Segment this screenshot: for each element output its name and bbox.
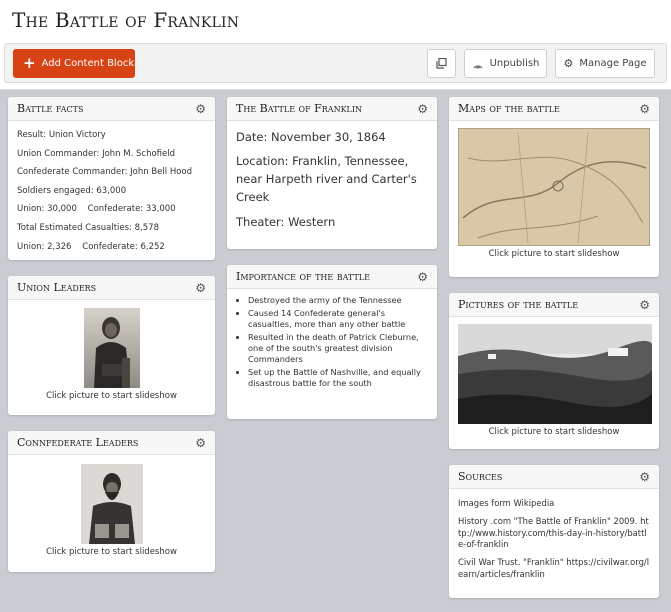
unpublish-button[interactable]: Unpublish bbox=[464, 49, 547, 78]
page-header: The Battle of Franklin + Add Content Blo… bbox=[0, 0, 671, 90]
fact-line: Soldiers engaged: 63,000 bbox=[17, 185, 127, 196]
list-item: Resulted in the death of Patrick Cleburn… bbox=[248, 332, 428, 365]
list-item: Destroyed the army of the Tennessee bbox=[248, 295, 428, 306]
confederate-leaders-card: Connfederate Leaders ⚙ Click picture to … bbox=[8, 431, 215, 572]
fact-line: Union: 30,000 Confederate: 33,000 bbox=[17, 204, 176, 215]
list-item: Set up the Battle of Nashville, and equa… bbox=[248, 367, 428, 389]
card-header: Pictures of the battle ⚙ bbox=[449, 293, 659, 317]
union-leaders-body: Click picture to start slideshow bbox=[8, 300, 215, 407]
source-line: Images form Wikipedia bbox=[458, 498, 555, 508]
card-title: Maps of the battle bbox=[458, 102, 560, 115]
importance-body: Destroyed the army of the Tennessee Caus… bbox=[227, 289, 437, 398]
card-header: Sources ⚙ bbox=[449, 465, 659, 489]
card-title: Connfederate Leaders bbox=[17, 436, 139, 449]
toolbar: + Add Content Block Unpublish ⚙ Manage P… bbox=[4, 43, 667, 83]
overview-body: Date: November 30, 1864 Location: Frankl… bbox=[227, 121, 437, 244]
page-title: The Battle of Franklin bbox=[12, 8, 240, 32]
overview-card: The Battle of Franklin ⚙ Date: November … bbox=[227, 97, 437, 249]
unpublish-icon bbox=[473, 64, 483, 69]
gear-icon[interactable]: ⚙ bbox=[195, 431, 206, 455]
pictures-body: Click picture to start slideshow bbox=[449, 317, 659, 437]
duplicate-page-button[interactable] bbox=[427, 49, 456, 78]
add-content-block-button[interactable]: + Add Content Block bbox=[13, 49, 135, 78]
card-header: Battle facts ⚙ bbox=[8, 97, 215, 121]
gear-icon[interactable]: ⚙ bbox=[639, 465, 650, 489]
card-title: Importance of the battle bbox=[236, 270, 370, 283]
card-header: The Battle of Franklin ⚙ bbox=[227, 97, 437, 121]
source-line: Civil War Trust. "Franklin" https://civi… bbox=[458, 557, 650, 579]
battle-facts-body: Result: Union Victory Union Commander: J… bbox=[8, 121, 215, 260]
fact-line: Total Estimated Casualties: 8,578 bbox=[17, 222, 159, 233]
slideshow-caption: Click picture to start slideshow bbox=[46, 391, 177, 401]
gear-icon[interactable]: ⚙ bbox=[417, 265, 428, 289]
overview-location: Location: Franklin, Tennessee, near Harp… bbox=[236, 154, 417, 204]
source-line: History .com "The Battle of Franklin" 20… bbox=[458, 515, 649, 550]
overview-date: Date: November 30, 1864 bbox=[236, 130, 386, 144]
battle-picture-image[interactable] bbox=[458, 324, 652, 424]
unpublish-label: Unpublish bbox=[489, 58, 540, 69]
confederate-leader-photo[interactable] bbox=[80, 464, 143, 544]
slideshow-caption: Click picture to start slideshow bbox=[46, 547, 177, 557]
card-header: Importance of the battle ⚙ bbox=[227, 265, 437, 289]
union-leaders-card: Union Leaders ⚙ Click picture to start s… bbox=[8, 276, 215, 415]
overview-theater: Theater: Western bbox=[236, 214, 336, 229]
importance-card: Importance of the battle ⚙ Destroyed the… bbox=[227, 265, 437, 419]
manage-page-button[interactable]: ⚙ Manage Page bbox=[555, 49, 655, 78]
card-header: Connfederate Leaders ⚙ bbox=[8, 431, 215, 455]
gear-icon[interactable]: ⚙ bbox=[195, 97, 206, 121]
card-title: Battle facts bbox=[17, 102, 84, 115]
maps-body: Click picture to start slideshow bbox=[449, 121, 659, 259]
importance-list: Destroyed the army of the Tennessee Caus… bbox=[236, 295, 428, 390]
card-title: Sources bbox=[458, 470, 503, 483]
gear-icon[interactable]: ⚙ bbox=[639, 97, 650, 121]
confederate-leaders-body: Click picture to start slideshow bbox=[8, 455, 215, 563]
pictures-card: Pictures of the battle ⚙ Click picture t… bbox=[449, 293, 659, 449]
card-title: Pictures of the battle bbox=[458, 298, 579, 311]
card-title: Union Leaders bbox=[17, 281, 97, 294]
card-title: The Battle of Franklin bbox=[236, 102, 363, 115]
add-content-block-label: Add Content Block bbox=[41, 58, 135, 69]
copy-icon bbox=[436, 58, 447, 69]
gear-icon[interactable]: ⚙ bbox=[417, 97, 428, 121]
sources-body: Images form Wikipedia History .com "The … bbox=[449, 489, 659, 593]
fact-line: Result: Union Victory bbox=[17, 130, 106, 140]
plus-icon: + bbox=[23, 54, 36, 72]
union-leader-photo[interactable] bbox=[83, 308, 140, 388]
maps-card: Maps of the battle ⚙ Click picture to st… bbox=[449, 97, 659, 277]
slideshow-caption: Click picture to start slideshow bbox=[488, 427, 620, 437]
fact-line: Union Commander: John M. Schofield bbox=[17, 148, 176, 159]
battle-map-image[interactable] bbox=[458, 128, 650, 246]
gear-icon: ⚙ bbox=[563, 57, 574, 70]
gear-icon[interactable]: ⚙ bbox=[639, 293, 650, 317]
gear-icon[interactable]: ⚙ bbox=[195, 276, 206, 300]
battle-facts-card: Battle facts ⚙ Result: Union Victory Uni… bbox=[8, 97, 215, 260]
fact-line: Confederate Commander: John Bell Hood bbox=[17, 167, 193, 178]
card-header: Union Leaders ⚙ bbox=[8, 276, 215, 300]
list-item: Caused 14 Confederate general's casualti… bbox=[248, 308, 428, 330]
card-header: Maps of the battle ⚙ bbox=[449, 97, 659, 121]
fact-line: Union: 2,326 Confederate: 6,252 bbox=[17, 241, 165, 252]
sources-card: Sources ⚙ Images form Wikipedia History … bbox=[449, 465, 659, 598]
slideshow-caption: Click picture to start slideshow bbox=[488, 249, 620, 259]
manage-page-label: Manage Page bbox=[579, 58, 647, 69]
